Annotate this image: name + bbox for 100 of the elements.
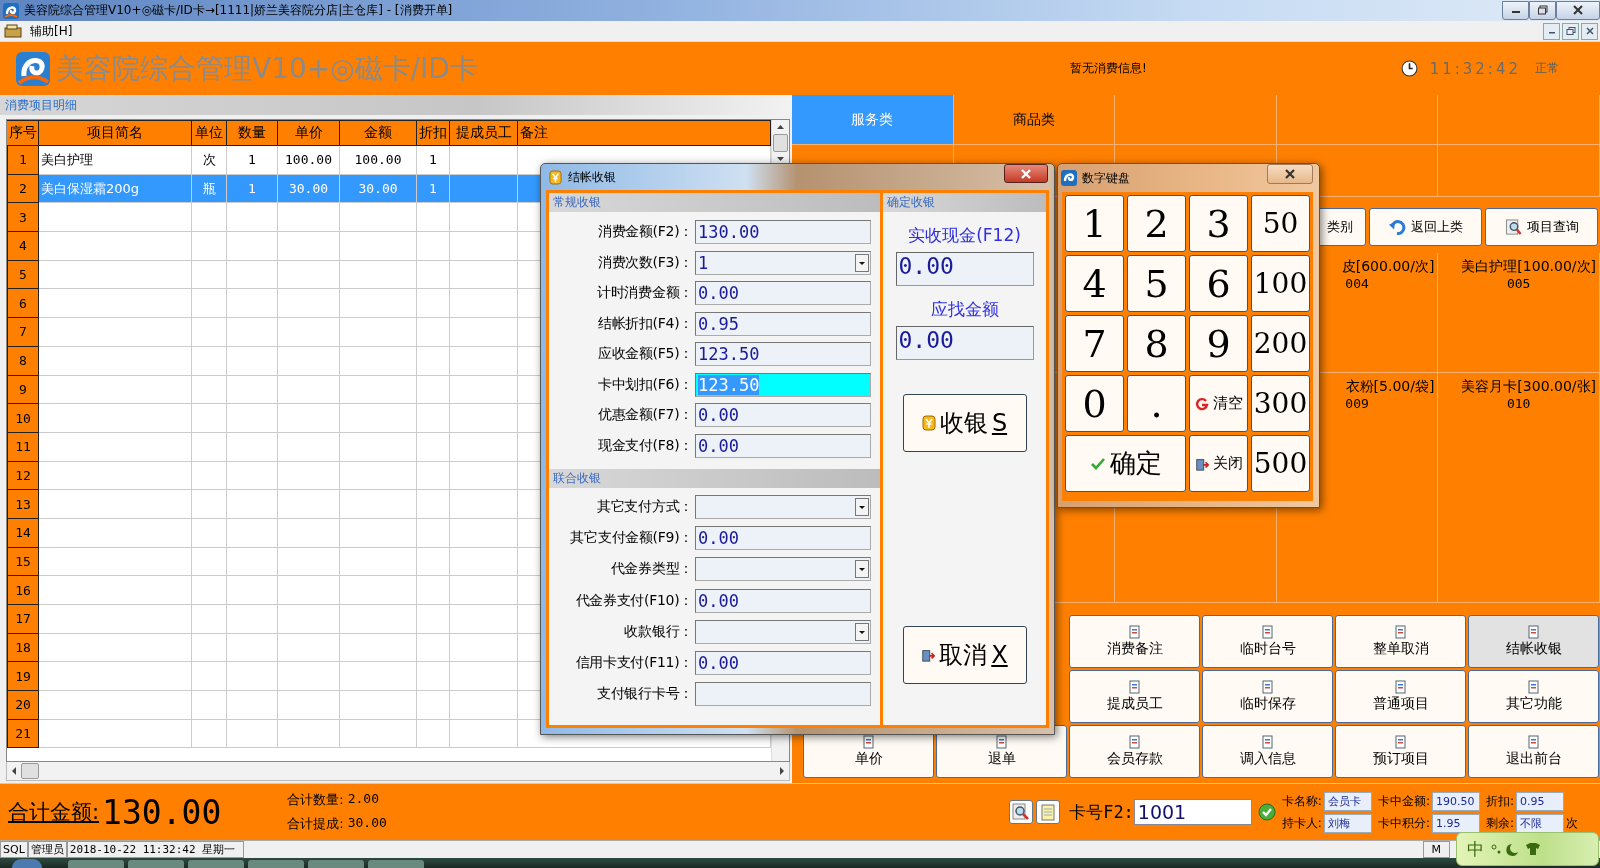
action-button[interactable]: 普通项目 [1335,670,1466,723]
clock-time: 11:32:42 [1429,59,1521,78]
status-cell: M [1422,841,1450,858]
input-field[interactable]: 0.00 [695,525,871,550]
tool-button[interactable]: 项目查询 [1485,208,1598,246]
keypad-key[interactable]: 3 [1189,195,1248,252]
input-field[interactable]: 0.00 [695,651,871,676]
column-header[interactable]: 数量 [227,120,278,146]
dropdown-field[interactable] [695,557,871,582]
input-field[interactable]: 0.00 [695,403,871,428]
close-button[interactable] [1556,0,1600,20]
close-button[interactable] [1004,164,1048,183]
scroll-thumb[interactable] [21,763,39,779]
dropdown-field[interactable] [695,619,871,644]
input-field[interactable]: 0.00 [695,281,871,306]
input-field[interactable]: 0.95 [695,311,871,336]
table-cell [450,174,518,204]
cash-field[interactable]: 0.00 [895,252,1034,286]
table-cell [227,691,278,720]
dropdown-field[interactable] [695,494,871,519]
keypad-key[interactable]: 确定 [1065,435,1186,492]
action-button[interactable]: 临时台号 [1202,615,1333,668]
cancel-button[interactable]: 取消 X [902,626,1027,684]
keypad-key[interactable]: 4 [1065,255,1124,312]
keypad-key[interactable]: 8 [1127,315,1186,372]
input-field[interactable]: 0.00 [695,433,871,458]
action-button[interactable]: 整单取消 [1335,615,1466,668]
table-cell [227,461,278,491]
search-icon [1504,218,1523,236]
start-button[interactable] [12,859,42,868]
table-cell [278,289,340,319]
horizontal-scrollbar[interactable] [6,762,790,781]
field-label: 其它支付方式： [596,497,693,516]
table-cell [450,461,518,491]
column-header[interactable]: 提成员工 [450,120,518,146]
action-button[interactable]: 预订项目 [1335,725,1466,778]
column-header[interactable]: 项目简名 [39,120,192,146]
table-cell [192,719,227,749]
action-button[interactable]: 退出前台 [1468,725,1599,778]
column-header[interactable]: 金额 [340,120,417,146]
table-cell [417,289,450,319]
table-cell: 美白护理 [39,146,192,175]
action-button[interactable]: 提成员工 [1069,670,1200,723]
keypad-key[interactable]: 关闭 [1189,435,1248,492]
keypad-key[interactable]: 清空 [1189,375,1248,432]
action-button[interactable]: 消费备注 [1069,615,1200,668]
keypad-key[interactable]: 200 [1251,315,1310,372]
keypad-key[interactable]: 100 [1251,255,1310,312]
close-button[interactable] [1581,22,1598,40]
keypad-key[interactable]: 500 [1251,435,1310,492]
keypad-key[interactable]: 7 [1065,315,1124,372]
keypad-key[interactable]: 50 [1251,195,1310,252]
card-number-field[interactable]: 1001 [1133,799,1252,825]
item-tile[interactable]: 美白护理[100.00/次] 005 [1438,253,1600,373]
close-button[interactable] [1267,164,1313,184]
item-tile[interactable]: 美容月卡[300.00/张] 010 [1438,373,1600,603]
input-field[interactable]: 123.50 [695,342,871,367]
column-header[interactable]: 折扣 [417,120,450,146]
checkout-button[interactable]: 收银 S [902,394,1027,452]
input-mode-label[interactable]: 中 [1467,837,1484,861]
keypad-key[interactable]: 9 [1189,315,1248,372]
table-cell [192,289,227,319]
keypad-key[interactable]: . [1127,375,1186,432]
scroll-thumb[interactable] [773,134,788,152]
column-header[interactable]: 单价 [278,120,340,146]
input-field[interactable]: 130.00 [695,220,871,245]
action-button[interactable]: 其它功能 [1468,670,1599,723]
action-button[interactable]: 结帐收银 [1468,615,1599,668]
category-tab[interactable]: 商品类 [953,95,1116,145]
menu-item[interactable]: 辅助[H] [30,22,73,40]
document-icon [1526,625,1541,639]
keypad-key[interactable]: 6 [1189,255,1248,312]
document-icon [1260,735,1275,749]
keypad-key[interactable]: 5 [1127,255,1186,312]
table-cell [278,318,340,347]
table-cell [227,576,278,605]
input-field[interactable]: 0.00 [695,588,871,613]
action-button[interactable]: 临时保存 [1202,670,1333,723]
table-cell [450,318,518,347]
input-field[interactable] [695,682,871,707]
restore-button[interactable] [1562,22,1579,40]
tool-button[interactable]: 返回上类 [1369,208,1482,246]
table-cell [192,461,227,491]
table-cell [227,375,278,405]
keypad-key[interactable]: 300 [1251,375,1310,432]
action-button[interactable]: 会员存款 [1069,725,1200,778]
search-button[interactable] [1009,800,1034,824]
maximize-button[interactable] [1529,0,1556,20]
minimize-button[interactable] [1502,0,1529,20]
ime-toolbar[interactable]: 中 [1456,832,1599,866]
column-header[interactable]: 备注 [518,120,771,146]
notepad-button[interactable] [1036,800,1061,824]
keypad-key[interactable]: 2 [1127,195,1186,252]
dropdown-field[interactable]: 1 [695,250,871,275]
action-button[interactable]: 调入信息 [1202,725,1333,778]
keypad-key[interactable]: 0 [1065,375,1124,432]
column-header[interactable]: 单位 [192,120,227,146]
keypad-key[interactable]: 1 [1065,195,1124,252]
table-cell [278,490,340,519]
change-field[interactable]: 0.00 [895,326,1034,360]
